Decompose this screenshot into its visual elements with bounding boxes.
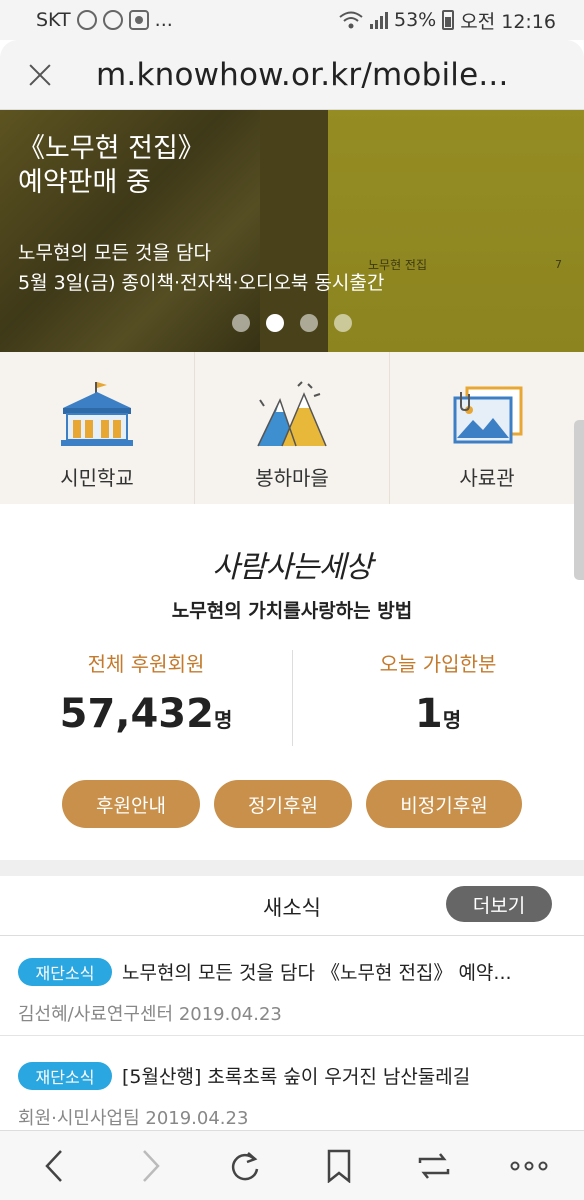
banner-title-line1: 《노무현 전집》 <box>18 133 205 164</box>
news-tag: 재단소식 <box>18 958 112 986</box>
news-item-meta: 김선혜/사료연구센터 2019.04.23 <box>18 1004 282 1025</box>
forward-button[interactable] <box>120 1136 180 1196</box>
news-item-title[interactable]: 노무현의 모든 것을 담다 《노무현 전집》 예약... <box>122 958 562 985</box>
category-label: 봉하마을 <box>255 466 329 490</box>
news-item-meta: 회원·시민사업팀 2019.04.23 <box>18 1108 249 1129</box>
news-item[interactable]: 재단소식 노무현의 모든 것을 담다 《노무현 전집》 예약... 김선혜/사료… <box>0 936 584 1036</box>
archive-photo-icon <box>453 386 523 444</box>
today-members-value: 1명 <box>292 691 584 737</box>
news-tag: 재단소식 <box>18 1062 112 1090</box>
slogan-logo: 사람사는세상 <box>212 550 373 585</box>
carousel-dot-3[interactable] <box>300 314 318 332</box>
browser-toolbar <box>0 1130 584 1200</box>
category-archive[interactable]: 사료관 <box>390 352 584 504</box>
wifi-icon <box>339 11 363 29</box>
clock: 오전 12:16 <box>460 10 556 33</box>
irregular-support-button[interactable]: 비정기후원 <box>366 780 522 828</box>
battery-icon <box>442 10 455 30</box>
reload-icon <box>231 1151 258 1180</box>
section-divider <box>0 860 584 876</box>
alarm-icon <box>76 10 97 30</box>
carousel-dot-4[interactable] <box>334 314 352 332</box>
bookmark-icon <box>328 1149 351 1183</box>
school-building-icon <box>61 382 133 446</box>
slogan-subtitle: 노무현의 가치를사랑하는 방법 <box>171 600 413 622</box>
url-field[interactable]: m.knowhow.or.kr/mobile... <box>96 57 509 93</box>
category-menu: 시민학교 봉하마을 사료관 <box>0 352 584 504</box>
total-members-number: 57,432 <box>59 691 214 737</box>
news-item[interactable]: 재단소식 [5월산행] 초록초록 숲이 우거진 남산둘레길 회원·시민사업팀 2… <box>0 1040 584 1140</box>
support-buttons: 후원안내 정기후원 비정기후원 <box>0 780 584 828</box>
more-menu-button[interactable] <box>499 1136 559 1196</box>
banner-sub-line2: 5월 3일(금) 종이책·전자책·오디오북 동시출간 <box>18 272 385 294</box>
reload-button[interactable] <box>215 1136 275 1196</box>
total-members-unit: 명 <box>213 708 233 732</box>
banner-sub-line1: 노무현의 모든 것을 담다 <box>18 242 211 264</box>
banner-carousel[interactable]: 노무현 전집 7 《노무현 전집》 예약판매 중 노무현의 모든 것을 담다 5… <box>0 110 584 352</box>
today-members-label: 오늘 가입한분 <box>379 652 497 676</box>
account-icon <box>102 10 123 30</box>
status-bar: SKT ... 53% 오전 12:16 <box>0 0 584 40</box>
today-members-number: 1 <box>414 691 443 737</box>
banner-title-line2: 예약판매 중 <box>18 167 151 198</box>
today-members-unit: 명 <box>442 708 462 732</box>
total-members-label: 전체 후원회원 <box>87 652 205 676</box>
bookmark-button[interactable] <box>309 1136 369 1196</box>
regular-support-button[interactable]: 정기후원 <box>214 780 352 828</box>
banner-subtitle: 노무현의 모든 것을 담다 5월 3일(금) 종이책·전자책·오디오북 동시출간 <box>18 238 384 298</box>
category-label: 시민학교 <box>60 466 134 490</box>
more-icon <box>510 1161 548 1170</box>
back-button[interactable] <box>25 1136 85 1196</box>
category-bongha-village[interactable]: 봉하마을 <box>195 352 390 504</box>
back-icon <box>45 1149 63 1182</box>
category-citizen-school[interactable]: 시민학교 <box>0 352 195 504</box>
more-notifications: ... <box>154 9 173 31</box>
battery-percent: 53% <box>394 9 437 31</box>
support-guide-button[interactable]: 후원안내 <box>62 780 200 828</box>
tabs-button[interactable] <box>404 1136 464 1196</box>
carrier-label: SKT <box>36 9 71 31</box>
more-button[interactable]: 더보기 <box>446 886 552 922</box>
banner-title: 《노무현 전집》 예약판매 중 <box>18 132 205 200</box>
carousel-dot-2[interactable] <box>266 314 284 332</box>
total-members-stat: 전체 후원회원 57,432명 <box>0 648 292 737</box>
carousel-dot-1[interactable] <box>232 314 250 332</box>
scroll-handle[interactable] <box>574 420 584 580</box>
close-icon[interactable] <box>24 59 56 91</box>
news-section: 새소식 더보기 재단소식 노무현의 모든 것을 담다 《노무현 전집》 예약..… <box>0 876 584 1130</box>
forward-icon <box>143 1149 160 1182</box>
mountain-icon <box>257 381 327 447</box>
carousel-dots <box>232 314 352 332</box>
notification-icon <box>128 10 149 30</box>
today-members-stat: 오늘 가입한분 1명 <box>292 648 584 737</box>
tabs-icon <box>418 1152 450 1179</box>
support-section: 사람사는세상 노무현의 가치를사랑하는 방법 전체 후원회원 57,432명 오… <box>0 504 584 860</box>
category-label: 사료관 <box>459 466 515 490</box>
url-bar: m.knowhow.or.kr/mobile... <box>0 40 584 110</box>
total-members-value: 57,432명 <box>0 691 292 737</box>
signal-icon <box>370 11 388 29</box>
news-item-title[interactable]: [5월산행] 초록초록 숲이 우거진 남산둘레길 <box>122 1062 562 1089</box>
news-header: 새소식 더보기 <box>0 876 584 936</box>
